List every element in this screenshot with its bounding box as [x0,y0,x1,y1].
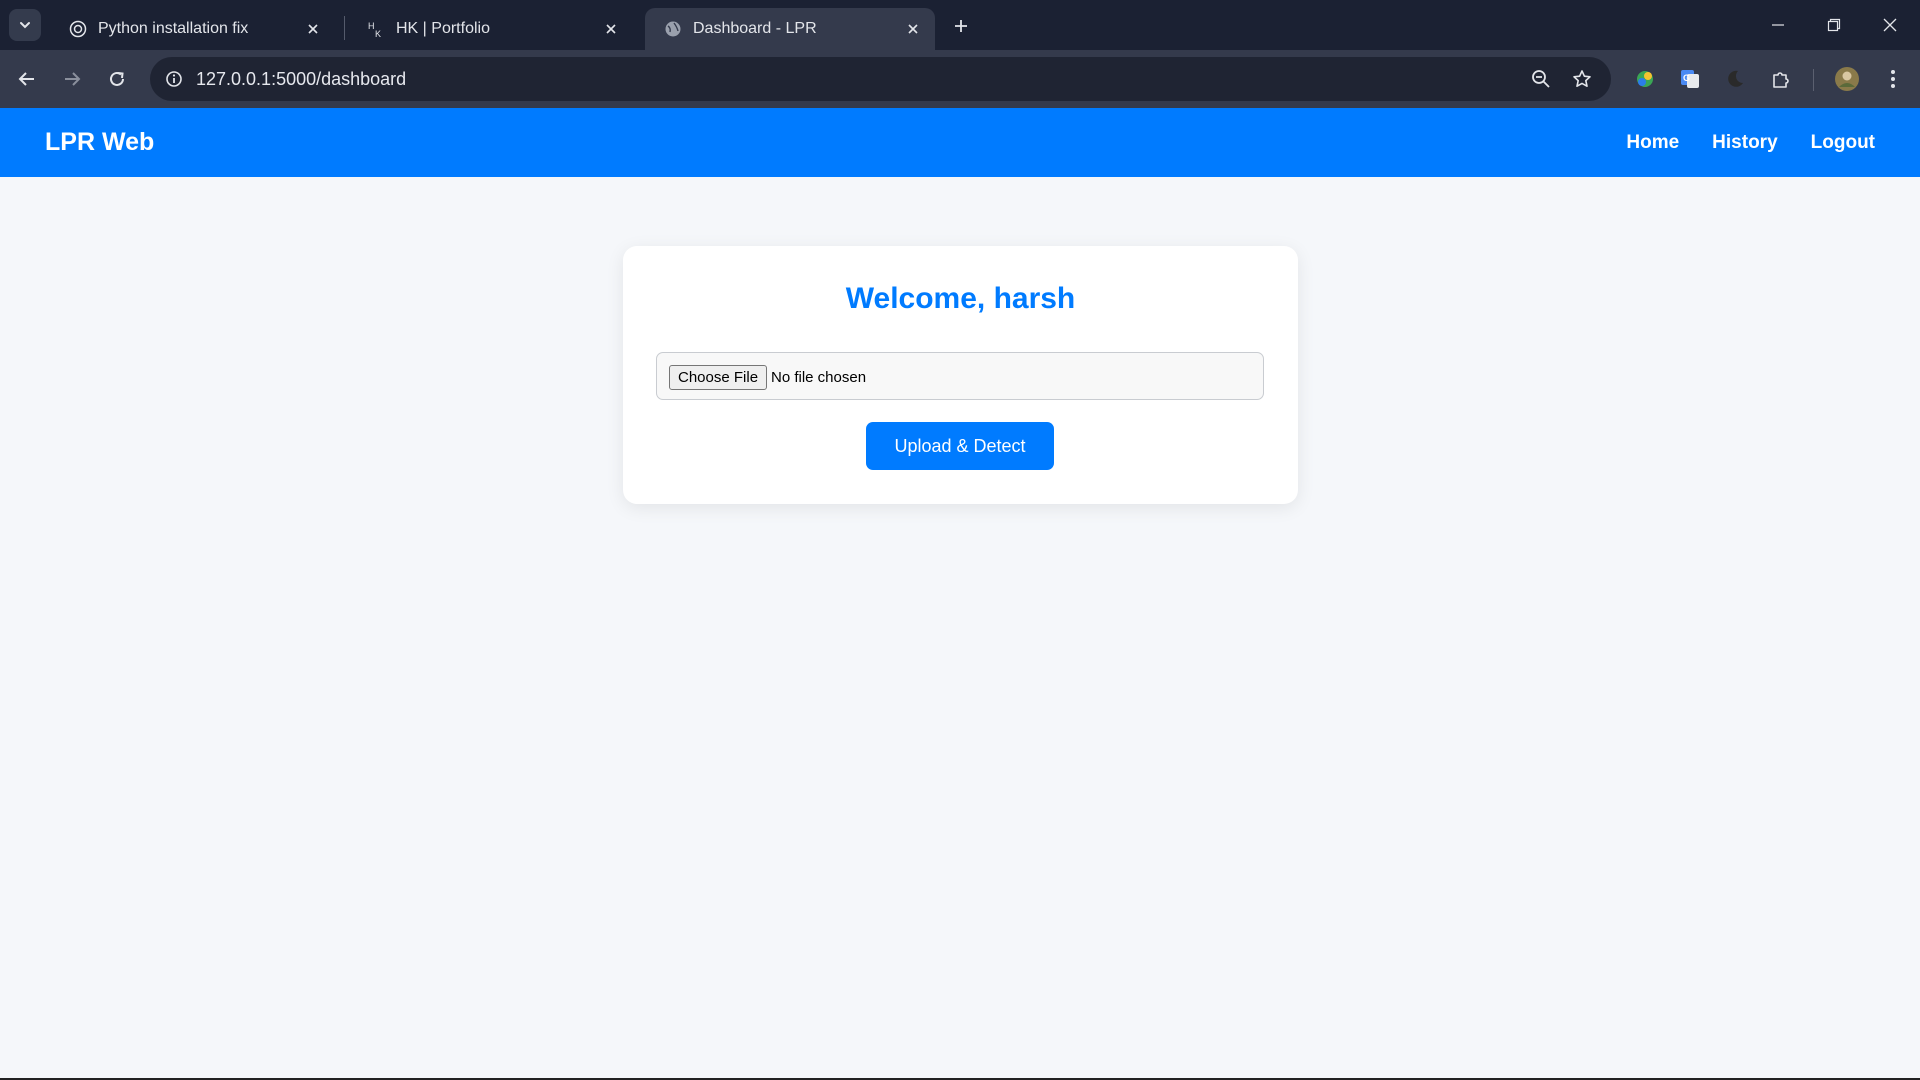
file-status-text: No file chosen [771,369,867,386]
svg-text:K: K [375,29,381,38]
profile-avatar[interactable] [1830,62,1864,96]
extension-color-icon[interactable] [1628,62,1662,96]
nav-home-link[interactable]: Home [1626,132,1679,154]
tab-dashboard-lpr[interactable]: Dashboard - LPR [645,8,935,50]
upload-detect-button[interactable]: Upload & Detect [866,422,1054,470]
svg-text:H: H [368,21,375,31]
tab-title: Dashboard - LPR [693,20,817,37]
close-icon[interactable] [599,17,623,41]
back-button[interactable] [10,62,44,96]
browser-menu-button[interactable] [1876,62,1910,96]
toolbar-divider [1813,69,1814,91]
close-icon [1883,18,1897,32]
zoom-icon[interactable] [1527,65,1555,93]
address-bar[interactable]: 127.0.0.1:5000/dashboard [150,57,1611,101]
arrow-right-icon [65,72,81,86]
kebab-menu-icon [1891,70,1895,88]
nav-logout-link[interactable]: Logout [1811,132,1875,154]
forward-button[interactable] [55,62,89,96]
close-icon[interactable] [301,17,325,41]
close-icon[interactable] [901,17,925,41]
browser-toolbar: 127.0.0.1:5000/dashboard G [0,50,1920,108]
browser-tabstrip: Python installation fix HK HK | Portfoli… [0,0,1920,50]
close-window-button[interactable] [1862,0,1918,50]
plus-icon [955,20,967,32]
restore-button[interactable] [1806,0,1862,50]
chevron-down-icon [20,22,30,29]
reload-button[interactable] [100,62,134,96]
restore-icon [1827,18,1841,32]
url-text[interactable]: 127.0.0.1:5000/dashboard [196,57,406,101]
extensions-puzzle-icon[interactable] [1764,62,1798,96]
hk-logo-icon: HK [366,19,386,39]
openai-icon [68,19,88,39]
reload-icon [110,71,124,86]
arrow-left-icon [18,72,34,86]
globe-icon [663,19,683,39]
site-info-icon[interactable] [160,65,188,93]
tab-search-button[interactable] [9,9,41,41]
dark-mode-moon-icon[interactable] [1718,62,1752,96]
nav-links: Home History Logout [1626,108,1875,177]
minimize-icon [1772,24,1784,26]
welcome-heading: Welcome, harsh [845,282,1076,315]
tab-title: Python installation fix [98,20,249,37]
upload-card: Welcome, harsh Choose File No file chose… [623,246,1298,504]
brand-logo[interactable]: LPR Web [45,108,154,177]
tab-title: HK | Portfolio [396,20,490,37]
choose-file-button[interactable]: Choose File [669,365,768,390]
bookmark-star-icon[interactable] [1568,65,1596,93]
tab-python-installation-fix[interactable]: Python installation fix [50,8,335,50]
tab-hk-portfolio[interactable]: HK HK | Portfolio [348,8,633,50]
minimize-button[interactable] [1750,0,1806,50]
new-tab-button[interactable] [946,11,976,41]
app-navbar: LPR Web Home History Logout [0,108,1920,177]
nav-history-link[interactable]: History [1712,132,1777,154]
tab-divider [344,16,345,40]
svg-text:G: G [1683,73,1690,83]
file-input[interactable]: Choose File No file chosen [656,352,1264,400]
google-translate-icon[interactable]: G [1673,62,1707,96]
